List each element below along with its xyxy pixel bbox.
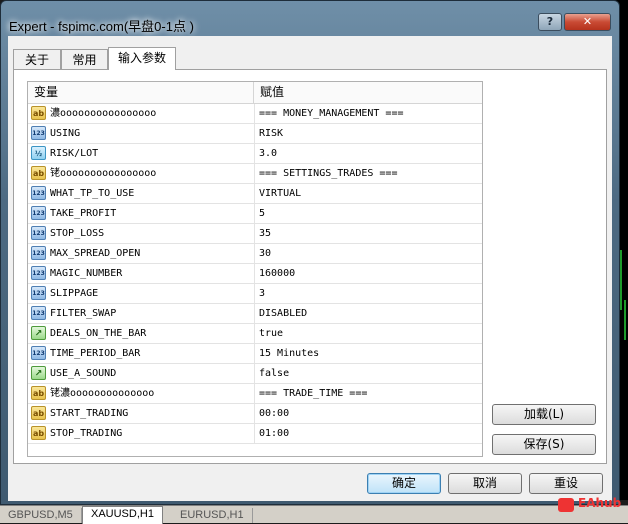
parameter-name: SLIPPAGE: [50, 284, 255, 303]
title-bar[interactable]: Expert - fspimc.com(早盘0-1点 ) ? ✕: [1, 1, 619, 35]
parameter-name: STOP_LOSS: [50, 224, 255, 243]
chart-tab-gbpusd[interactable]: GBPUSD,M5: [0, 508, 82, 523]
parameter-name: TIME_PERIOD_BAR: [50, 344, 255, 363]
parameter-name: STOP_TRADING: [50, 424, 255, 443]
table-row[interactable]: 123 TAKE_PROFIT 5: [28, 204, 482, 224]
tab-about[interactable]: 关于: [13, 49, 61, 69]
table-row[interactable]: ½ RISK/LOT 3.0: [28, 144, 482, 164]
inputs-panel: 变量 赋值 ab 濃oooooooooooooooo === MONEY_MANAG…: [13, 69, 607, 464]
parameter-value[interactable]: === TRADE_TIME ===: [259, 384, 479, 403]
tab-inputs[interactable]: 输入参数: [108, 47, 176, 70]
parameter-value[interactable]: === SETTINGS_TRADES ===: [259, 164, 479, 183]
parameter-name: 濃oooooooooooooooo: [50, 104, 255, 123]
integer-type-icon: 123: [31, 306, 46, 320]
load-button[interactable]: 加载(L): [492, 404, 596, 425]
string-type-icon: ab: [31, 426, 46, 440]
integer-type-icon: 123: [31, 266, 46, 280]
string-type-icon: ab: [31, 386, 46, 400]
brand-watermark: EAhub: [578, 496, 622, 510]
table-row[interactable]: 123 MAX_SPREAD_OPEN 30: [28, 244, 482, 264]
table-row[interactable]: 123 WHAT_TP_TO_USE VIRTUAL: [28, 184, 482, 204]
table-row[interactable]: 123 USING RISK: [28, 124, 482, 144]
dialog-client-area: 关于 常用 输入参数 变量 赋值 ab 濃oooooooooooooooo === …: [8, 36, 612, 501]
help-button[interactable]: ?: [538, 13, 562, 31]
parameter-name: 铑oooooooooooooooo: [50, 164, 255, 183]
close-button[interactable]: ✕: [564, 13, 611, 31]
parameter-value[interactable]: DISABLED: [259, 304, 479, 323]
table-row[interactable]: ↗ USE_A_SOUND false: [28, 364, 482, 384]
chart-candle: [624, 300, 626, 340]
table-row[interactable]: ab START_TRADING 00:00: [28, 404, 482, 424]
chart-tab-eurusd[interactable]: EURUSD,H1: [172, 508, 253, 523]
parameter-name: 铑濃oooooooooooooo: [50, 384, 255, 403]
integer-type-icon: 123: [31, 226, 46, 240]
parameter-value[interactable]: VIRTUAL: [259, 184, 479, 203]
parameters-grid[interactable]: 变量 赋值 ab 濃oooooooooooooooo === MONEY_MANAG…: [27, 81, 483, 457]
parameter-name: DEALS_ON_THE_BAR: [50, 324, 255, 343]
parameter-name: FILTER_SWAP: [50, 304, 255, 323]
parameter-name: MAGIC_NUMBER: [50, 264, 255, 283]
table-row[interactable]: 123 TIME_PERIOD_BAR 15 Minutes: [28, 344, 482, 364]
parameter-value[interactable]: === MONEY_MANAGEMENT ===: [259, 104, 479, 123]
parameter-value[interactable]: 15 Minutes: [259, 344, 479, 363]
parameter-name: RISK/LOT: [50, 144, 255, 163]
string-type-icon: ab: [31, 166, 46, 180]
reset-button[interactable]: 重设: [529, 473, 603, 494]
integer-type-icon: 123: [31, 246, 46, 260]
parameter-name: MAX_SPREAD_OPEN: [50, 244, 255, 263]
parameter-name: WHAT_TP_TO_USE: [50, 184, 255, 203]
chart-tabs-bar: GBPUSD,M5 XAUUSD,H1 EURUSD,H1: [0, 505, 628, 524]
string-type-icon: ab: [31, 106, 46, 120]
parameter-name: USING: [50, 124, 255, 143]
table-row[interactable]: ab 濃oooooooooooooooo === MONEY_MANAGEMENT …: [28, 104, 482, 124]
table-row[interactable]: 123 MAGIC_NUMBER 160000: [28, 264, 482, 284]
parameter-name: USE_A_SOUND: [50, 364, 255, 383]
parameter-value[interactable]: 5: [259, 204, 479, 223]
parameter-value[interactable]: 01:00: [259, 424, 479, 443]
parameter-value[interactable]: true: [259, 324, 479, 343]
table-row[interactable]: ab STOP_TRADING 01:00: [28, 424, 482, 444]
parameter-value[interactable]: RISK: [259, 124, 479, 143]
parameter-value[interactable]: 3: [259, 284, 479, 303]
integer-type-icon: 123: [31, 346, 46, 360]
table-row[interactable]: 123 SLIPPAGE 3: [28, 284, 482, 304]
parameter-value[interactable]: false: [259, 364, 479, 383]
string-type-icon: ab: [31, 406, 46, 420]
parameter-value[interactable]: 30: [259, 244, 479, 263]
integer-type-icon: 123: [31, 126, 46, 140]
parameter-name: TAKE_PROFIT: [50, 204, 255, 223]
expert-properties-dialog: Expert - fspimc.com(早盘0-1点 ) ? ✕ 关于 常用 输…: [0, 0, 620, 505]
column-header-value[interactable]: 赋值: [254, 82, 482, 103]
brand-logo-icon: [558, 498, 574, 512]
double-type-icon: ½: [31, 146, 46, 160]
table-row[interactable]: 123 FILTER_SWAP DISABLED: [28, 304, 482, 324]
table-row[interactable]: ab 铑oooooooooooooooo === SETTINGS_TRADES =…: [28, 164, 482, 184]
tab-common[interactable]: 常用: [61, 49, 108, 69]
column-header-variable[interactable]: 变量: [28, 82, 254, 103]
cancel-button[interactable]: 取消: [448, 473, 522, 494]
integer-type-icon: 123: [31, 186, 46, 200]
ok-button[interactable]: 确定: [367, 473, 441, 494]
parameter-value[interactable]: 00:00: [259, 404, 479, 423]
chart-candle: [620, 250, 622, 310]
table-row[interactable]: ↗ DEALS_ON_THE_BAR true: [28, 324, 482, 344]
boolean-type-icon: ↗: [31, 326, 46, 340]
parameter-value[interactable]: 160000: [259, 264, 479, 283]
grid-header: 变量 赋值: [28, 82, 482, 104]
save-button[interactable]: 保存(S): [492, 434, 596, 455]
integer-type-icon: 123: [31, 286, 46, 300]
integer-type-icon: 123: [31, 206, 46, 220]
table-row[interactable]: 123 STOP_LOSS 35: [28, 224, 482, 244]
parameter-value[interactable]: 3.0: [259, 144, 479, 163]
parameter-value[interactable]: 35: [259, 224, 479, 243]
chart-tab-xauusd[interactable]: XAUUSD,H1: [82, 506, 163, 524]
boolean-type-icon: ↗: [31, 366, 46, 380]
window-title: Expert - fspimc.com(早盘0-1点 ): [9, 19, 194, 34]
parameter-name: START_TRADING: [50, 404, 255, 423]
table-row[interactable]: ab 铑濃oooooooooooooo === TRADE_TIME ===: [28, 384, 482, 404]
